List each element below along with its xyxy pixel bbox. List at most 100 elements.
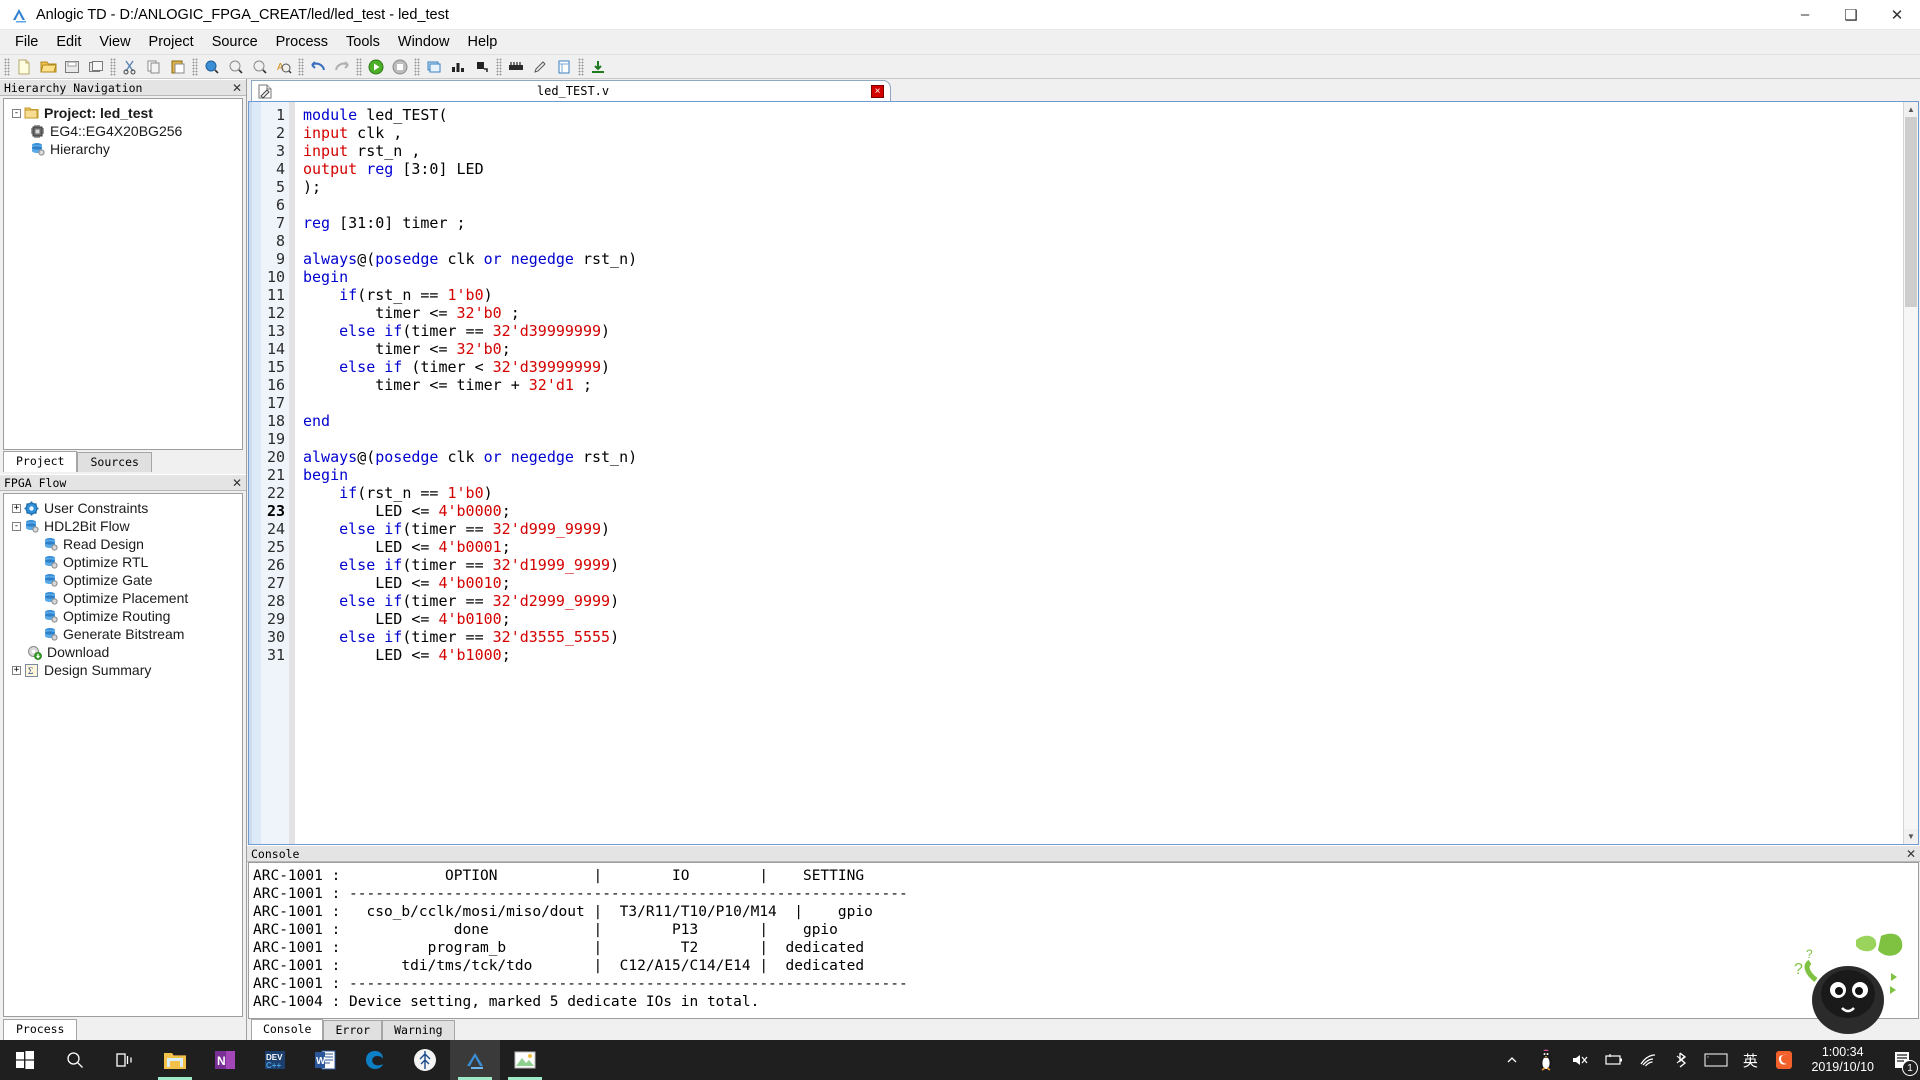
scroll-track[interactable] <box>1904 117 1918 829</box>
menu-file[interactable]: File <box>6 31 47 53</box>
tab-warning[interactable]: Warning <box>382 1020 455 1040</box>
expander-toggle[interactable]: - <box>10 107 23 120</box>
zoom-fit-icon[interactable] <box>248 56 272 78</box>
code-text-area[interactable]: module led_TEST(input clk , input rst_n ,… <box>295 102 1903 844</box>
volume-muted-icon[interactable] <box>1563 1040 1597 1080</box>
tree-item-project[interactable]: - Project: led_test <box>4 104 242 122</box>
code-line[interactable]: LED <= 4'b1000; <box>303 646 1903 664</box>
editor-tab-close-icon[interactable]: × <box>871 84 884 98</box>
touch-keyboard-icon[interactable] <box>1699 1040 1733 1080</box>
penguin-icon[interactable] <box>1529 1040 1563 1080</box>
constraint-icon[interactable] <box>552 56 576 78</box>
find-text-icon[interactable]: A <box>272 56 296 78</box>
chart-icon[interactable] <box>446 56 470 78</box>
code-line[interactable]: if(rst_n == 1'b0) <box>303 484 1903 502</box>
menu-source[interactable]: Source <box>203 31 267 53</box>
console-output[interactable]: ARC-1001 : OPTION | IO | SETTING ARC-1001… <box>248 862 1919 1019</box>
code-line[interactable]: end <box>303 412 1903 430</box>
toolbar-grip[interactable] <box>356 57 362 76</box>
tab-project[interactable]: Project <box>3 451 78 472</box>
menu-tools[interactable]: Tools <box>337 31 389 53</box>
run-icon[interactable] <box>364 56 388 78</box>
flow-item-optimize-routing[interactable]: Optimize Routing <box>4 607 242 625</box>
code-line[interactable]: begin <box>303 466 1903 484</box>
code-line[interactable]: else if(timer == 32'd1999_9999) <box>303 556 1903 574</box>
code-line[interactable]: module led_TEST( <box>303 106 1903 124</box>
code-line[interactable] <box>303 394 1903 412</box>
editor-tab-led-test[interactable]: led_TEST.v × <box>251 80 891 101</box>
toolbar-grip[interactable] <box>192 57 198 76</box>
expander-toggle[interactable]: - <box>10 520 23 533</box>
code-line[interactable]: else if (timer < 32'd39999999) <box>303 358 1903 376</box>
flow-item-optimize-gate[interactable]: Optimize Gate <box>4 571 242 589</box>
code-line[interactable]: timer <= 32'b0 ; <box>303 304 1903 322</box>
zoom-out-icon[interactable] <box>224 56 248 78</box>
code-line[interactable]: timer <= timer + 32'd1 ; <box>303 376 1903 394</box>
open-folder-icon[interactable] <box>36 56 60 78</box>
code-editor-viewport[interactable]: 1 2 3 4 5 6 7 8 9 10 11 12 13 14 15 16 17 18 19 20 21 22 23 24 2… <box>249 102 1903 844</box>
flow-item-user-constraints[interactable]: + User Constraints <box>4 499 242 517</box>
expander-toggle[interactable]: + <box>10 502 23 515</box>
onenote-icon[interactable]: N <box>200 1040 250 1080</box>
menu-help[interactable]: Help <box>458 31 506 53</box>
toolbar-grip[interactable] <box>578 57 584 76</box>
code-editor[interactable]: 1 2 3 4 5 6 7 8 9 10 11 12 13 14 15 16 17 18 19 20 21 22 23 24 2… <box>248 101 1919 845</box>
code-line[interactable]: always@(posedge clk or negedge rst_n) <box>303 250 1903 268</box>
photos-icon[interactable] <box>500 1040 550 1080</box>
code-line[interactable]: input clk , <box>303 124 1903 142</box>
menu-process[interactable]: Process <box>267 31 337 53</box>
flow-item-read-design[interactable]: Read Design <box>4 535 242 553</box>
battery-icon[interactable] <box>1597 1040 1631 1080</box>
report-icon[interactable] <box>422 56 446 78</box>
tab-sources[interactable]: Sources <box>77 452 152 472</box>
scroll-up-arrow-icon[interactable]: ▲ <box>1904 102 1918 117</box>
code-line[interactable]: else if(timer == 32'd3555_5555) <box>303 628 1903 646</box>
code-line[interactable]: ); <box>303 178 1903 196</box>
code-line[interactable]: reg [31:0] timer ; <box>303 214 1903 232</box>
toolbar-grip[interactable] <box>110 57 116 76</box>
code-line[interactable]: else if(timer == 32'd2999_9999) <box>303 592 1903 610</box>
file-explorer-icon[interactable] <box>150 1040 200 1080</box>
taskbar-clock[interactable]: 1:00:34 2019/10/10 <box>1801 1045 1884 1075</box>
flow-item-optimize-rtl[interactable]: Optimize RTL <box>4 553 242 571</box>
editor-vertical-scrollbar[interactable]: ▲ ▼ <box>1903 102 1918 844</box>
tree-item-hierarchy[interactable]: Hierarchy <box>4 140 242 158</box>
download-icon[interactable] <box>586 56 610 78</box>
edge-icon[interactable] <box>350 1040 400 1080</box>
flow-item-optimize-placement[interactable]: Optimize Placement <box>4 589 242 607</box>
sogou-input-icon[interactable] <box>1767 1040 1801 1080</box>
console-panel-close-icon[interactable]: ✕ <box>1906 847 1916 861</box>
stop-icon[interactable] <box>388 56 412 78</box>
menu-view[interactable]: View <box>90 31 139 53</box>
code-line[interactable]: input rst_n , <box>303 142 1903 160</box>
code-line[interactable]: LED <= 4'b0000; <box>303 502 1903 520</box>
show-hidden-icons-chevron[interactable] <box>1495 1040 1529 1080</box>
task-view-icon[interactable] <box>100 1040 150 1080</box>
code-line[interactable]: begin <box>303 268 1903 286</box>
tab-process[interactable]: Process <box>3 1019 78 1040</box>
undo-icon[interactable] <box>306 56 330 78</box>
flow-item-design-summary[interactable]: + Σ Design Summary <box>4 661 242 679</box>
start-button-icon[interactable] <box>0 1040 50 1080</box>
fpga-flow-panel-close-icon[interactable]: ✕ <box>232 476 242 490</box>
toolbar-grip[interactable] <box>496 57 502 76</box>
anlogic-td-icon[interactable] <box>450 1040 500 1080</box>
code-line[interactable]: else if(timer == 32'd39999999) <box>303 322 1903 340</box>
code-line[interactable] <box>303 232 1903 250</box>
tab-console[interactable]: Console <box>251 1019 324 1040</box>
save-icon[interactable] <box>60 56 84 78</box>
flow-item-download[interactable]: Download <box>4 643 242 661</box>
device-icon[interactable] <box>504 56 528 78</box>
toolbar-grip[interactable] <box>4 57 10 76</box>
menu-edit[interactable]: Edit <box>47 31 90 53</box>
toolbar-grip[interactable] <box>414 57 420 76</box>
save-all-icon[interactable] <box>84 56 108 78</box>
menu-window[interactable]: Window <box>389 31 459 53</box>
code-line[interactable]: LED <= 4'b0010; <box>303 574 1903 592</box>
paste-icon[interactable] <box>166 56 190 78</box>
toolbar-grip[interactable] <box>298 57 304 76</box>
code-line[interactable] <box>303 430 1903 448</box>
timing-icon[interactable] <box>470 56 494 78</box>
fpga-flow-tree[interactable]: + User Constraints - HDL2Bit Flow Read D… <box>3 493 243 1017</box>
ime-language-icon[interactable]: 英 <box>1733 1040 1767 1080</box>
